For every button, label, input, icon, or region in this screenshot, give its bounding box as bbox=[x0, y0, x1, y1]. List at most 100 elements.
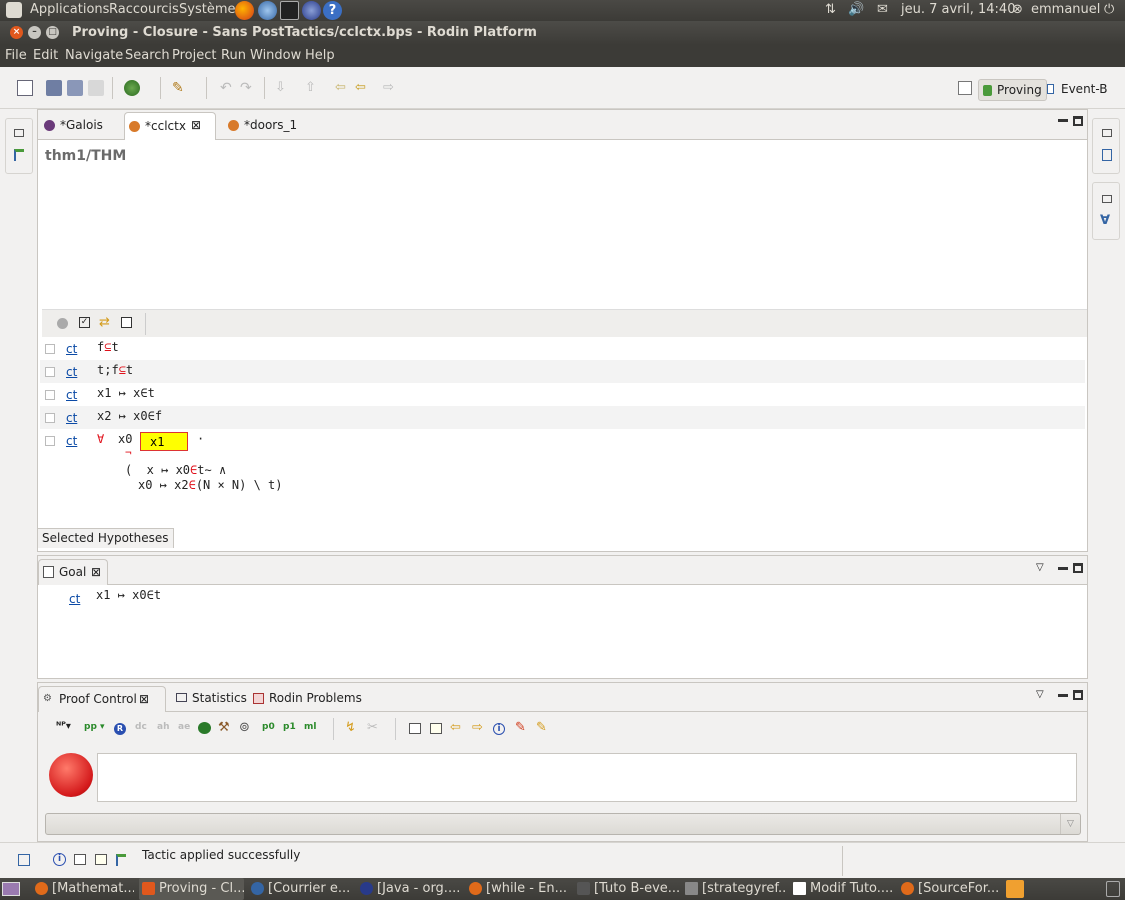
next-pending-icon[interactable]: ⇨ bbox=[472, 720, 483, 735]
save-icon[interactable] bbox=[46, 80, 62, 96]
pencil-icon[interactable]: ✎ bbox=[172, 80, 188, 96]
restore-icon[interactable] bbox=[1102, 129, 1112, 137]
task-java[interactable]: [Java - org.... bbox=[357, 878, 462, 900]
menu-help[interactable]: Help bbox=[305, 48, 335, 63]
print-icon[interactable] bbox=[88, 80, 104, 96]
ae-button[interactable]: ae bbox=[178, 722, 190, 732]
terminal-icon[interactable] bbox=[280, 1, 299, 20]
applications-menu[interactable]: Applications bbox=[30, 2, 109, 17]
view-menu-icon[interactable]: ▽ bbox=[1036, 562, 1044, 573]
next-annotation-icon[interactable]: ⇩ bbox=[275, 80, 291, 96]
power-icon[interactable]: ⏻ bbox=[1104, 2, 1114, 17]
ah-button[interactable]: ah bbox=[157, 722, 169, 732]
menu-window[interactable]: Window bbox=[250, 48, 301, 63]
restore-icon[interactable] bbox=[14, 129, 24, 137]
menu-edit[interactable]: Edit bbox=[33, 48, 58, 63]
hammer-icon[interactable]: ⚒ bbox=[218, 720, 230, 735]
prune-icon[interactable]: ↯ bbox=[345, 720, 356, 735]
instantiation-input[interactable] bbox=[140, 432, 188, 451]
undo-icon[interactable]: ↶ bbox=[220, 80, 236, 96]
task-strategyref[interactable]: [strategyref... bbox=[682, 878, 787, 900]
ml-button[interactable]: ml bbox=[304, 722, 316, 732]
info-icon[interactable]: i bbox=[493, 723, 505, 735]
close-tab-icon[interactable]: ⊠ bbox=[191, 118, 201, 132]
negation-operator[interactable]: ¬ bbox=[125, 446, 132, 459]
close-tab-icon[interactable]: ⊠ bbox=[139, 692, 149, 706]
copy-icon[interactable] bbox=[430, 723, 442, 734]
task-mathematica[interactable]: [Mathemat... bbox=[32, 878, 134, 900]
p0-button[interactable]: p0 bbox=[262, 722, 275, 732]
ubuntu-logo-icon[interactable] bbox=[6, 2, 22, 18]
help-icon[interactable]: ? bbox=[323, 1, 342, 20]
goal-tactic-link[interactable]: ct bbox=[69, 592, 80, 606]
proof-control-combo[interactable]: ▽ bbox=[45, 813, 1081, 835]
review-icon[interactable]: ✂ bbox=[367, 720, 378, 735]
invert-selection-icon[interactable]: ⇄ bbox=[99, 315, 110, 330]
outline-icon[interactable] bbox=[1102, 149, 1112, 161]
forall-quantifier[interactable]: ∀ bbox=[97, 432, 104, 446]
back-icon[interactable]: ⇦ bbox=[355, 80, 371, 96]
task-proving[interactable]: Proving - Cl... bbox=[139, 878, 244, 900]
task-modif-tuto[interactable]: Modif Tuto.... bbox=[790, 878, 895, 900]
tab-rodin-problems[interactable]: Rodin Problems bbox=[249, 686, 366, 712]
tab-galois[interactable]: *Galois bbox=[40, 112, 122, 140]
lemma-icon[interactable] bbox=[409, 723, 421, 734]
save-all-icon[interactable] bbox=[67, 80, 83, 96]
clock[interactable]: jeu. 7 avril, 14:40 bbox=[901, 2, 1015, 17]
lemma-icon[interactable] bbox=[74, 854, 86, 865]
hypothesis-tactic-link[interactable]: ct bbox=[66, 388, 77, 402]
tab-proof-control[interactable]: ⚙ Proof Control ⊠ bbox=[38, 686, 166, 712]
tab-goal[interactable]: Goal ⊠ bbox=[38, 559, 108, 585]
tab-statistics[interactable]: Statistics bbox=[172, 686, 251, 712]
task-while[interactable]: [while - En... bbox=[466, 878, 571, 900]
npp-dropdown-icon[interactable]: ᴺᴾ▾ bbox=[56, 721, 71, 732]
close-window-button[interactable]: × bbox=[10, 26, 23, 39]
tab-cclctx[interactable]: *cclctx ⊠ bbox=[124, 112, 216, 140]
select-all-icon[interactable]: ✓ bbox=[79, 317, 90, 328]
restore-icon[interactable] bbox=[1102, 195, 1112, 203]
forward-icon[interactable]: ⇨ bbox=[383, 80, 399, 96]
chevron-down-icon[interactable]: ▽ bbox=[1060, 814, 1080, 834]
minimize-icon[interactable] bbox=[1058, 119, 1068, 122]
hypothesis-tactic-link[interactable]: ct bbox=[66, 411, 77, 425]
task-sourceforge[interactable]: [SourceFor... bbox=[898, 878, 1003, 900]
menu-search[interactable]: Search bbox=[125, 48, 170, 63]
minimize-icon[interactable] bbox=[1058, 694, 1068, 697]
menu-project[interactable]: Project bbox=[172, 48, 216, 63]
trash-icon[interactable] bbox=[1106, 881, 1120, 897]
dc-button[interactable]: dc bbox=[135, 722, 147, 732]
minimize-window-button[interactable]: – bbox=[28, 26, 41, 39]
minimize-icon[interactable] bbox=[1058, 567, 1068, 570]
open-perspective-icon[interactable] bbox=[958, 81, 972, 95]
run-icon[interactable] bbox=[124, 80, 140, 96]
hypothesis-checkbox[interactable] bbox=[45, 390, 55, 400]
system-menu[interactable]: Système bbox=[179, 2, 235, 17]
menu-navigate[interactable]: Navigate bbox=[65, 48, 123, 63]
maximize-icon[interactable] bbox=[1073, 563, 1083, 573]
redo-icon[interactable]: ↷ bbox=[240, 80, 256, 96]
fast-view-icon[interactable] bbox=[18, 854, 30, 866]
hypothesis-checkbox[interactable] bbox=[45, 413, 55, 423]
rodin-launcher-icon[interactable] bbox=[1006, 880, 1024, 898]
user-menu[interactable]: emmanuel bbox=[1031, 2, 1100, 17]
cache-icon[interactable]: ✎ bbox=[536, 720, 547, 735]
task-courrier[interactable]: [Courrier e... bbox=[248, 878, 353, 900]
copy-icon[interactable] bbox=[95, 854, 107, 865]
menu-file[interactable]: File bbox=[5, 48, 27, 63]
hypothesis-tactic-link[interactable]: ct bbox=[66, 365, 77, 379]
firefox-icon[interactable] bbox=[235, 1, 254, 20]
network-icon[interactable]: ⇅ bbox=[825, 2, 836, 17]
previous-pending-icon[interactable]: ⇦ bbox=[450, 720, 461, 735]
hypothesis-checkbox[interactable] bbox=[45, 344, 55, 354]
show-desktop-icon[interactable] bbox=[2, 882, 20, 896]
shortcuts-menu[interactable]: Raccourcis bbox=[109, 2, 179, 17]
selected-hypotheses-tab[interactable]: Selected Hypotheses bbox=[38, 528, 174, 548]
deselect-all-icon[interactable] bbox=[121, 317, 132, 328]
maximize-window-button[interactable]: □ bbox=[46, 26, 59, 39]
search-hypotheses-icon[interactable]: ∀ bbox=[1100, 213, 1110, 228]
task-tuto[interactable]: [Tuto B-eve... bbox=[574, 878, 679, 900]
perspective-proving[interactable]: Proving bbox=[978, 79, 1047, 101]
proof-tree-icon[interactable] bbox=[116, 854, 126, 866]
thunderbird-icon[interactable] bbox=[258, 1, 277, 20]
proof-control-input[interactable] bbox=[97, 753, 1077, 802]
